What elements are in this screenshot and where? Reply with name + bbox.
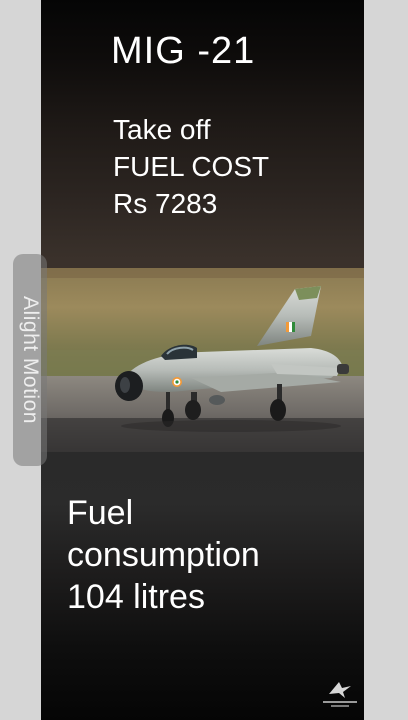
fuel-line-1: Fuel bbox=[67, 494, 134, 532]
video-frame[interactable]: MIG -21 Take off FUEL COST Rs 7283 Fuel … bbox=[41, 0, 364, 720]
fuel-line-3: 104 litres bbox=[67, 578, 205, 616]
aviation-logo-icon bbox=[315, 676, 364, 710]
watermark-label: Alight Motion bbox=[19, 296, 42, 424]
video-title: MIG -21 bbox=[111, 30, 256, 72]
cost-line-2: FUEL COST bbox=[113, 151, 270, 182]
jet-photo bbox=[41, 268, 364, 452]
fuel-line-2: consumption bbox=[67, 536, 260, 574]
alight-motion-watermark: Alight Motion bbox=[13, 254, 47, 466]
fuel-consumption-caption: Fuel consumption 104 litres bbox=[67, 492, 260, 618]
cost-line-3: Rs 7283 bbox=[113, 188, 218, 219]
fuel-cost-caption: Take off FUEL COST Rs 7283 bbox=[113, 111, 269, 222]
cost-line-1: Take off bbox=[113, 114, 211, 145]
screen: MIG -21 Take off FUEL COST Rs 7283 Fuel … bbox=[0, 0, 408, 720]
right-margin bbox=[364, 0, 408, 720]
